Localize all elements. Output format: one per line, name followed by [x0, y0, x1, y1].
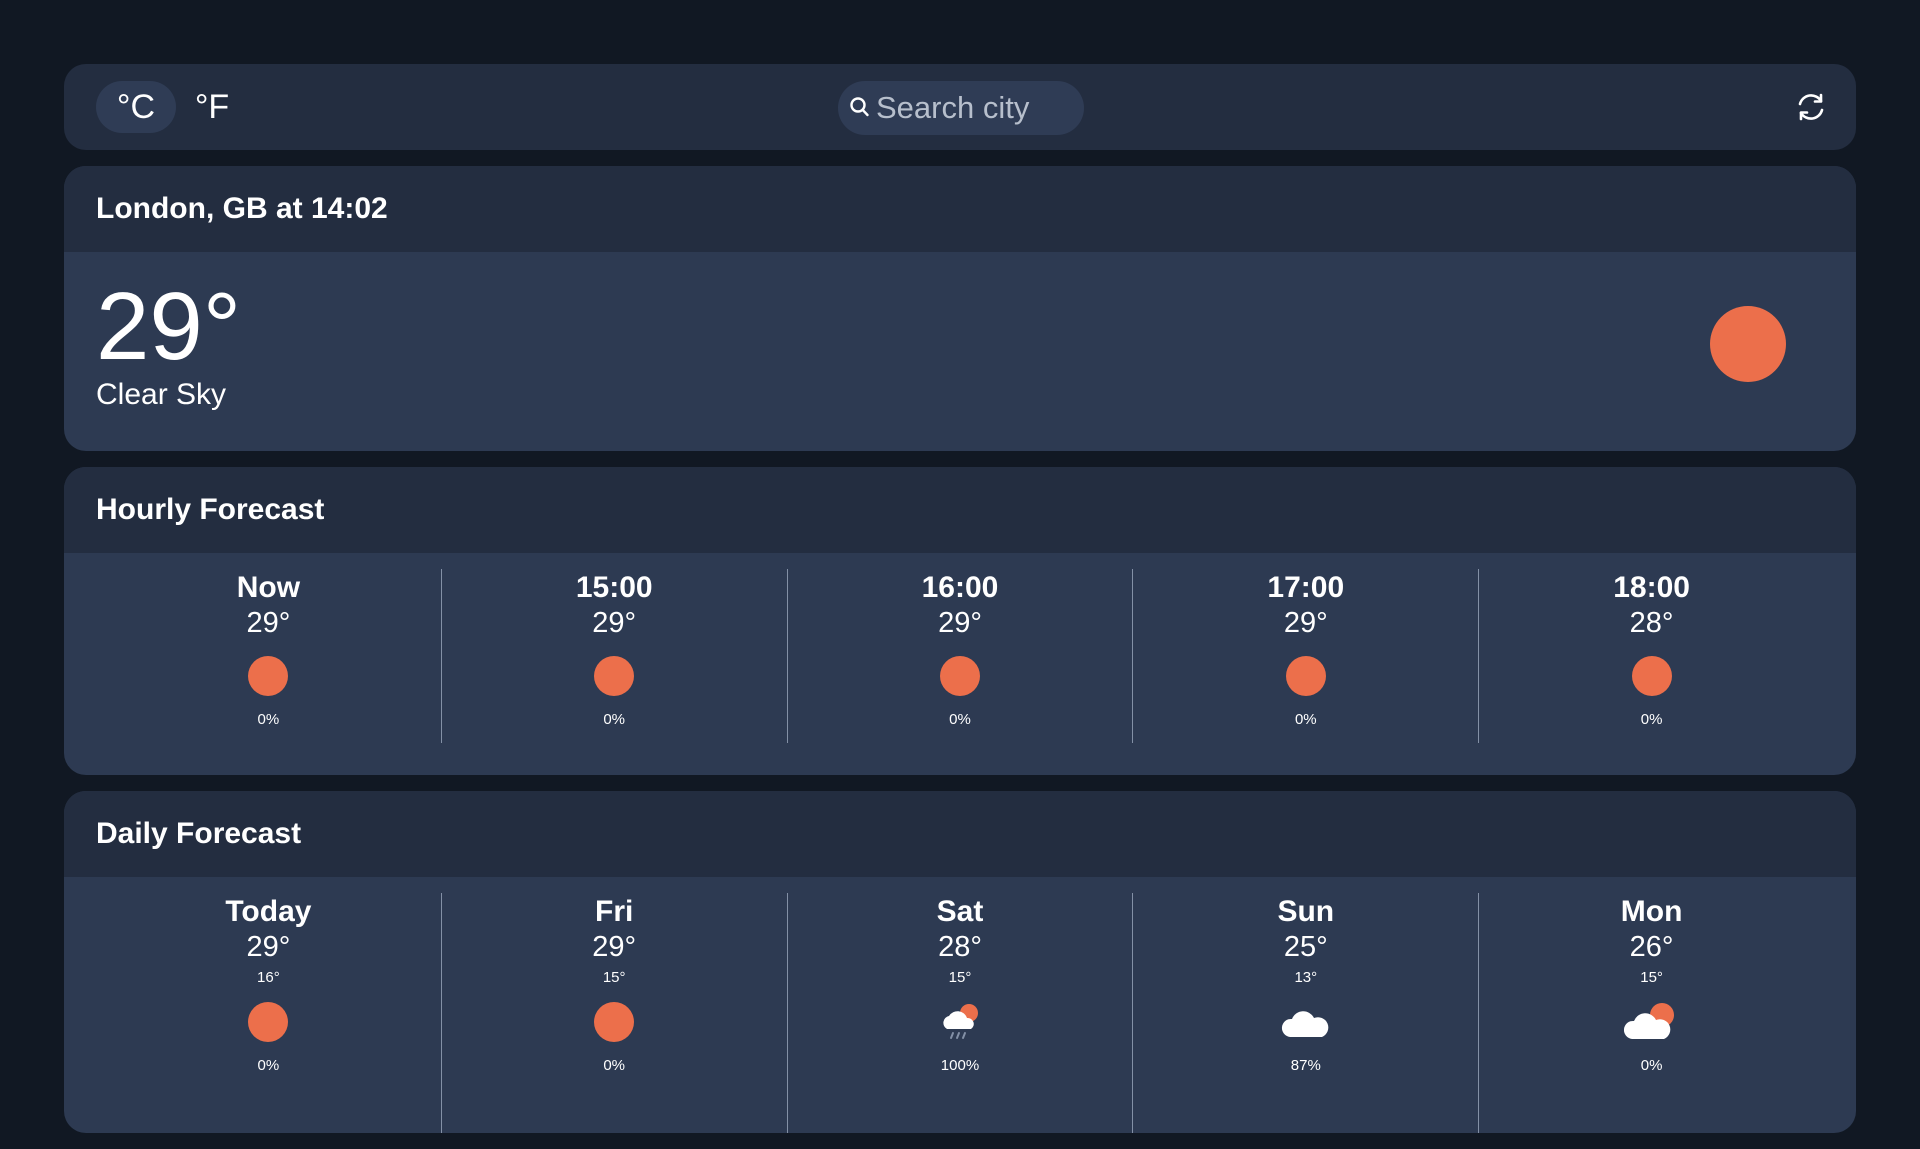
celsius-toggle[interactable]: °C	[96, 81, 176, 133]
daily-item: Mon 26° 15° 0%	[1478, 893, 1824, 1133]
daily-forecast-list: Today 29° 16° 0% Fri 29° 15° 0% Sat 28° …	[64, 877, 1856, 1133]
sun-icon	[594, 1002, 635, 1042]
daily-day: Mon	[1620, 895, 1683, 928]
daily-day: Fri	[595, 895, 634, 928]
cloud-sun-icon	[1623, 1003, 1674, 1039]
hourly-precip: 0%	[1294, 711, 1317, 728]
current-condition: Clear Sky	[96, 378, 227, 411]
hourly-forecast-card: Hourly Forecast Now 29° 0% 15:00 29° 0% …	[64, 467, 1856, 775]
hourly-item: 18:00 28° 0%	[1478, 569, 1824, 743]
weather-app: °C °F London, GB at 14:02 29° Clear Sky …	[64, 64, 1856, 1149]
hourly-temp: 28°	[1629, 607, 1674, 639]
current-temperature: 29°	[96, 273, 242, 380]
hourly-forecast-list: Now 29° 0% 15:00 29° 0% 16:00 29° 0% 17:…	[64, 553, 1856, 775]
daily-high: 29°	[592, 931, 637, 963]
search-box	[838, 81, 1084, 135]
daily-high: 28°	[938, 931, 982, 963]
daily-item: Sun 25° 13° 87%	[1132, 893, 1478, 1133]
daily-forecast-card: Daily Forecast Today 29° 16° 0% Fri 29° …	[64, 791, 1856, 1133]
cloud-icon	[1281, 1011, 1329, 1037]
daily-high: 26°	[1629, 931, 1674, 963]
hourly-temp: 29°	[246, 607, 291, 639]
daily-low: 13°	[1294, 969, 1318, 986]
daily-precip: 100%	[940, 1057, 980, 1074]
toolbar: °C °F	[64, 64, 1856, 150]
daily-item: Fri 29° 15° 0%	[440, 893, 787, 1133]
daily-low: 16°	[257, 969, 280, 986]
daily-precip: 0%	[1640, 1057, 1663, 1074]
hourly-item: 17:00 29° 0%	[1132, 569, 1478, 743]
daily-precip: 87%	[1290, 1057, 1321, 1074]
daily-high: 29°	[246, 931, 291, 963]
daily-low: 15°	[948, 969, 972, 986]
daily-precip: 0%	[257, 1057, 280, 1074]
hourly-temp: 29°	[1283, 607, 1328, 639]
sun-icon	[594, 656, 635, 696]
hourly-forecast-title: Hourly Forecast	[64, 467, 1856, 553]
daily-low: 15°	[1640, 969, 1663, 986]
search-icon	[850, 97, 869, 117]
hourly-precip: 0%	[603, 711, 626, 728]
daily-day: Today	[225, 895, 312, 928]
hourly-item: 15:00 29° 0%	[440, 569, 787, 743]
hourly-time: 17:00	[1267, 571, 1345, 604]
sun-icon	[939, 656, 980, 696]
search-input[interactable]	[876, 90, 1066, 126]
refresh-icon[interactable]	[1794, 90, 1828, 124]
current-weather-card: London, GB at 14:02 29° Clear Sky	[64, 166, 1856, 451]
hourly-item: 16:00 29° 0%	[786, 569, 1133, 743]
daily-high: 25°	[1283, 931, 1328, 963]
daily-forecast-title: Daily Forecast	[64, 791, 1856, 877]
daily-item: Today 29° 16° 0%	[96, 893, 441, 1133]
daily-item: Sat 28° 15° 100%	[786, 893, 1133, 1133]
sun-icon	[1285, 656, 1326, 696]
daily-day: Sun	[1277, 895, 1335, 928]
hourly-item: Now 29° 0%	[96, 569, 441, 743]
hourly-time: 15:00	[575, 571, 653, 604]
hourly-precip: 0%	[1640, 711, 1663, 728]
hourly-precip: 0%	[949, 711, 971, 728]
hourly-time: 16:00	[921, 571, 999, 604]
hourly-temp: 29°	[592, 607, 637, 639]
hourly-precip: 0%	[257, 711, 280, 728]
hourly-temp: 29°	[938, 607, 982, 639]
sun-icon	[248, 1002, 289, 1042]
daily-precip: 0%	[603, 1057, 626, 1074]
hourly-time: Now	[236, 571, 301, 604]
daily-day: Sat	[936, 895, 984, 928]
fahrenheit-toggle[interactable]: °F	[172, 81, 252, 133]
hourly-time: 18:00	[1613, 571, 1690, 604]
sun-icon	[1631, 656, 1672, 696]
current-body: 29° Clear Sky	[64, 252, 1856, 451]
sun-icon	[248, 656, 289, 696]
sun-icon	[1710, 306, 1786, 382]
rain-cloud-sun-icon	[943, 1004, 978, 1039]
daily-low: 15°	[602, 969, 626, 986]
current-location: London, GB at 14:02	[64, 166, 1856, 252]
